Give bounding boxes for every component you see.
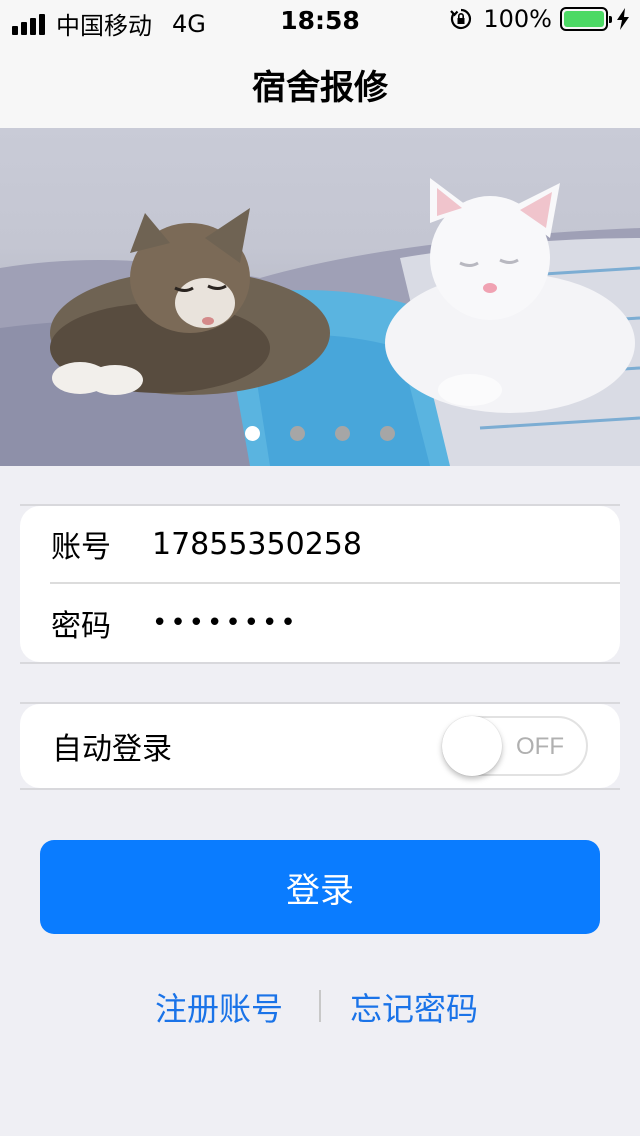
- rotation-lock-icon: [450, 8, 472, 30]
- account-label: 账号: [51, 530, 111, 565]
- status-left: 中国移动 4G: [12, 6, 206, 41]
- carousel-dot[interactable]: [380, 426, 395, 441]
- section-bottom-divider: [20, 662, 620, 664]
- carrier-name: 中国移动: [56, 12, 152, 40]
- signal-icon: [12, 13, 48, 35]
- status-right: 100%: [449, 5, 630, 33]
- password-row[interactable]: 密码 ••••••••: [20, 584, 620, 662]
- password-label: 密码: [51, 609, 111, 644]
- register-link[interactable]: 注册账号: [155, 984, 283, 1030]
- auto-login-content: 自动登录 OFF: [20, 704, 620, 788]
- carousel-dot[interactable]: [245, 426, 260, 441]
- charging-icon: [617, 8, 629, 30]
- navigation-bar: 宿舍报修: [0, 40, 640, 128]
- forgot-password-link[interactable]: 忘记密码: [350, 984, 478, 1030]
- toggle-knob: [442, 716, 502, 776]
- battery-icon: [560, 7, 612, 31]
- account-input[interactable]: 17855350258: [152, 527, 362, 562]
- auto-login-toggle[interactable]: OFF: [442, 716, 588, 776]
- carousel-dot[interactable]: [290, 426, 305, 441]
- network-type: 4G: [172, 9, 206, 38]
- carousel-indicator[interactable]: [0, 426, 640, 441]
- auto-login-label: 自动登录: [52, 732, 172, 767]
- carousel-dot[interactable]: [335, 426, 350, 441]
- account-row[interactable]: 账号 17855350258: [20, 506, 620, 582]
- password-input[interactable]: ••••••••: [152, 608, 299, 638]
- link-separator: [319, 990, 321, 1022]
- banner-image: [0, 178, 640, 466]
- footer-links: 注册账号 忘记密码: [0, 984, 640, 1030]
- status-bar: 中国移动 4G 18:58 100%: [0, 0, 640, 40]
- banner-carousel[interactable]: [0, 128, 640, 466]
- login-button[interactable]: 登录: [40, 840, 600, 934]
- page-title: 宿舍报修: [252, 67, 388, 108]
- section-bottom-divider: [20, 788, 620, 790]
- login-form: 账号 17855350258 密码 ••••••••: [20, 506, 620, 662]
- auto-login-row: 自动登录 OFF: [20, 704, 620, 788]
- toggle-state-text: OFF: [516, 733, 564, 760]
- battery-percent: 100%: [483, 5, 552, 33]
